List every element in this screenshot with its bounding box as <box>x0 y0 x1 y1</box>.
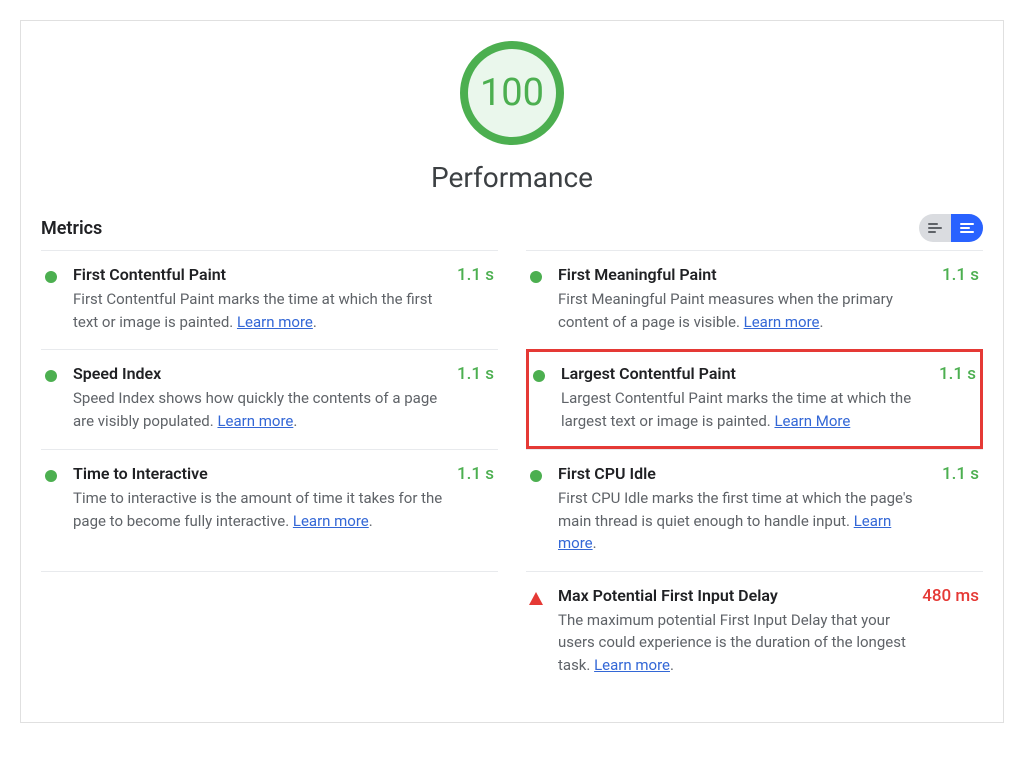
metric-value: 480 ms <box>912 586 979 677</box>
metric-lcp: Largest Contentful Paint Largest Content… <box>526 349 983 449</box>
metric-description: First Meaningful Paint measures when the… <box>558 288 932 333</box>
metrics-header: Metrics <box>41 214 983 242</box>
score-section: 100 Performance <box>41 41 983 194</box>
compact-icon <box>928 223 942 233</box>
learn-more-link[interactable]: Learn more <box>293 512 369 530</box>
metric-value: 1.1 s <box>932 265 979 333</box>
score-title: Performance <box>41 161 983 194</box>
view-toggle-expanded[interactable] <box>951 214 983 242</box>
metric-value: 1.1 s <box>932 464 979 555</box>
divider <box>41 571 498 572</box>
metric-title: First Contentful Paint <box>73 265 447 284</box>
metric-description: The maximum potential First Input Delay … <box>558 609 912 677</box>
status-pass-icon <box>45 364 73 433</box>
metric-description: Time to interactive is the amount of tim… <box>73 487 447 532</box>
metric-fci: First CPU Idle First CPU Idle marks the … <box>526 449 983 571</box>
expanded-icon <box>960 223 974 233</box>
metric-title: First CPU Idle <box>558 464 932 483</box>
metric-description: Speed Index shows how quickly the conten… <box>73 387 447 432</box>
metric-value: 1.1 s <box>447 364 494 433</box>
metric-si: Speed Index Speed Index shows how quickl… <box>41 349 498 449</box>
status-pass-icon <box>45 265 73 333</box>
metrics-grid: First Contentful Paint First Contentful … <box>41 250 983 692</box>
metric-title: First Meaningful Paint <box>558 265 932 284</box>
metrics-heading: Metrics <box>41 218 102 239</box>
metric-mpfid: Max Potential First Input Delay The maxi… <box>526 571 983 693</box>
status-warn-icon <box>530 586 558 677</box>
status-pass-icon <box>45 464 73 555</box>
status-pass-icon <box>533 364 561 432</box>
metric-tti: Time to Interactive Time to interactive … <box>41 449 498 571</box>
metric-title: Time to Interactive <box>73 464 447 483</box>
metric-title: Speed Index <box>73 364 447 383</box>
learn-more-link[interactable]: Learn More <box>774 412 850 430</box>
metric-fmp: First Meaningful Paint First Meaningful … <box>526 250 983 349</box>
metric-value: 1.1 s <box>447 464 494 555</box>
learn-more-link[interactable]: Learn more <box>744 313 820 331</box>
learn-more-link[interactable]: Learn more <box>594 656 670 674</box>
learn-more-link[interactable]: Learn more <box>237 313 313 331</box>
score-gauge: 100 <box>460 41 564 145</box>
status-pass-icon <box>530 265 558 333</box>
metric-description: Largest Contentful Paint marks the time … <box>561 387 929 432</box>
metric-value: 1.1 s <box>929 364 976 432</box>
score-value: 100 <box>480 71 544 115</box>
metric-description: First CPU Idle marks the first time at w… <box>558 487 932 555</box>
status-pass-icon <box>530 464 558 555</box>
metric-description: First Contentful Paint marks the time at… <box>73 288 447 333</box>
metric-fcp: First Contentful Paint First Contentful … <box>41 250 498 349</box>
performance-report: 100 Performance Metrics <box>20 20 1004 723</box>
view-toggle <box>919 214 983 242</box>
view-toggle-compact[interactable] <box>919 214 951 242</box>
learn-more-link[interactable]: Learn more <box>217 412 293 430</box>
metric-value: 1.1 s <box>447 265 494 333</box>
metric-title: Max Potential First Input Delay <box>558 586 912 605</box>
metric-title: Largest Contentful Paint <box>561 364 929 383</box>
